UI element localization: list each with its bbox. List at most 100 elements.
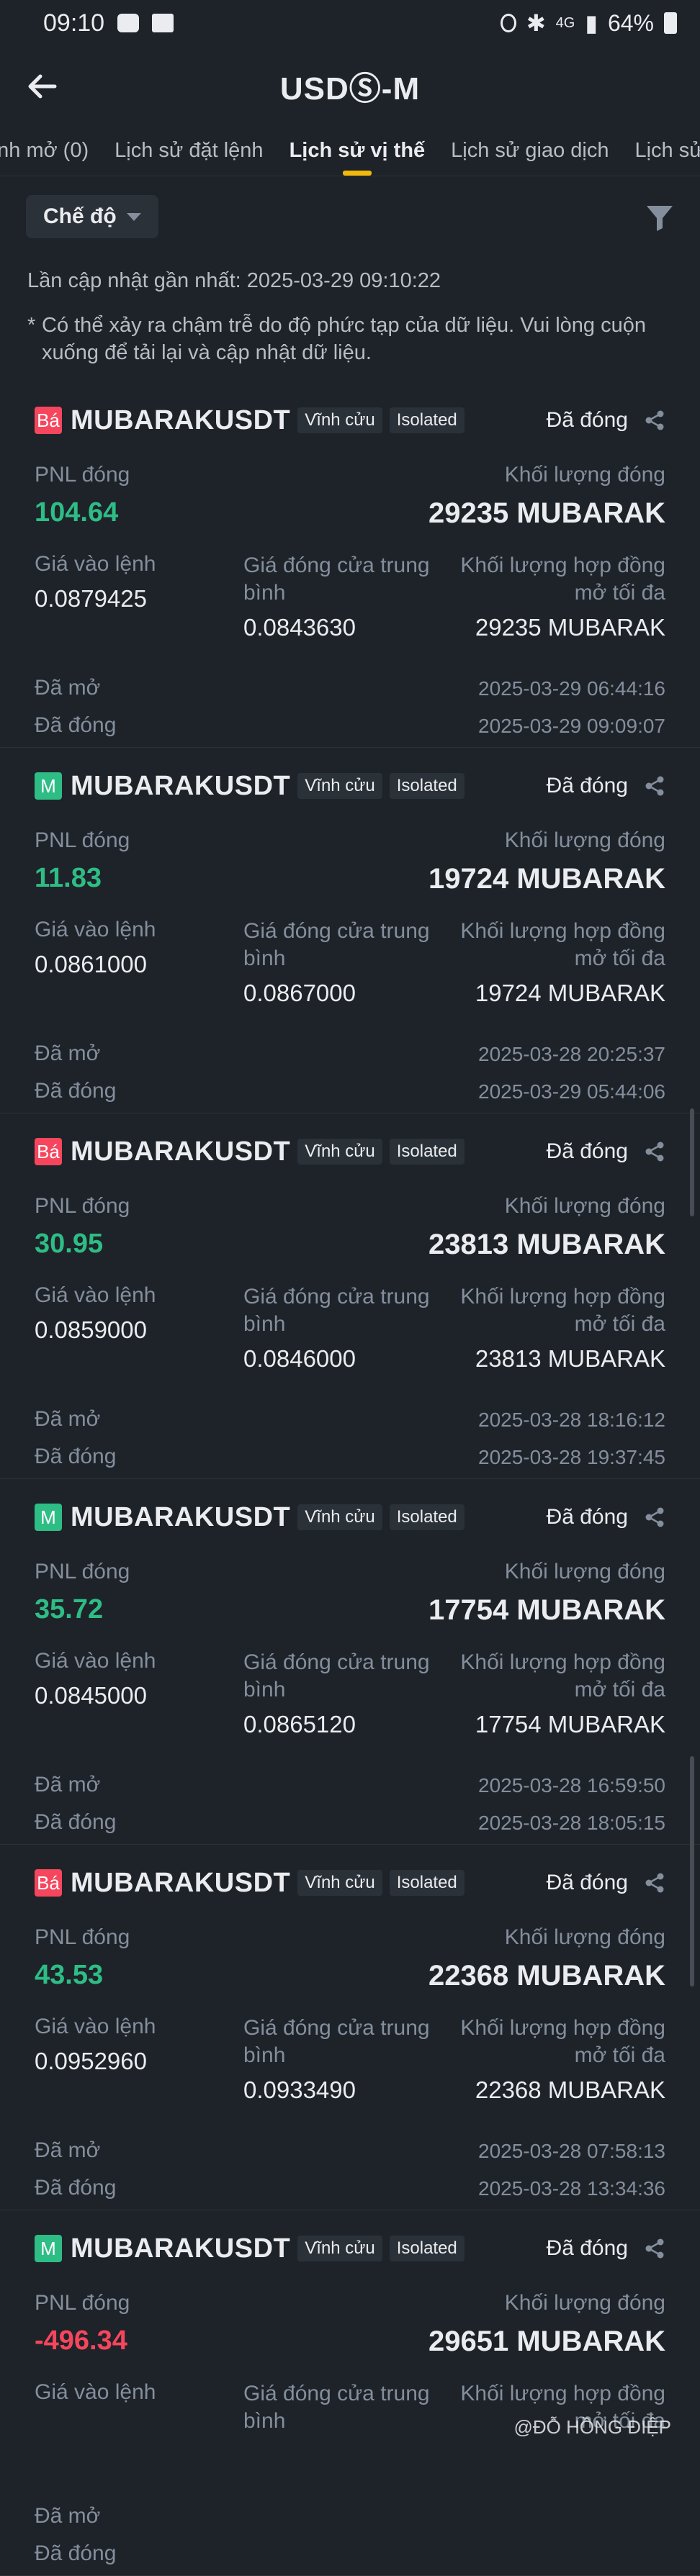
opened-label: Đã mở [35, 1773, 101, 1797]
pnl-label: PNL đóng [35, 463, 130, 487]
closed-label: Đã đóng [35, 1810, 117, 1834]
app-bar: USDⓈ-M [0, 46, 700, 125]
pnl-label: PNL đóng [35, 1925, 130, 1949]
close-qty-value: 23813 MUBARAK [428, 1229, 665, 1260]
note-asterisk: * [27, 314, 36, 337]
closed-time: 2025-03-28 13:34:36 [478, 2177, 665, 2200]
gallery-icon [152, 14, 174, 32]
entry-price-label: Giá vào lệnh [35, 2380, 156, 2404]
side-badge: Bá [35, 1869, 62, 1897]
position-card[interactable]: Bá MUBARAKUSDT Vĩnh cửu Isolated Đã đóng… [0, 1845, 700, 2210]
avg-close-price-value: 0.0933490 [243, 2076, 356, 2103]
avg-close-price-label: Giá đóng cửa trung bình [243, 553, 430, 605]
max-qty-label: Khối lượng hợp đồng mở tối đa [460, 919, 665, 970]
note-text: Có thể xảy ra chậm trễ do độ phức tạp củ… [42, 314, 646, 364]
max-qty-value: 29235 MUBARAK [475, 614, 665, 641]
avg-close-price-value: 0.0867000 [243, 980, 356, 1006]
margin-mode-tag: Isolated [389, 1504, 465, 1530]
closed-label: Đã đóng [35, 2176, 117, 2200]
tab-1[interactable]: Lịch sử đặt lệnh [102, 125, 276, 176]
opened-time: 2025-03-28 16:59:50 [478, 1774, 665, 1797]
opened-time: 2025-03-29 06:44:16 [478, 677, 665, 700]
network-type: 4G [555, 14, 575, 31]
max-qty-value: 17754 MUBARAK [475, 1711, 665, 1737]
scrollbar-upper[interactable] [690, 1108, 694, 1216]
entry-price-label: Giá vào lệnh [35, 1283, 156, 1307]
status-bar: 09:10 ✱ 4G ▮ 64% [0, 0, 700, 46]
position-card[interactable]: M MUBARAKUSDT Vĩnh cửu Isolated Đã đóng … [0, 1479, 700, 1845]
tab-0[interactable]: ệnh mở (0) [0, 125, 102, 176]
closed-time: 2025-03-28 18:05:15 [478, 1812, 665, 1834]
avg-close-price-label: Giá đóng cửa trung bình [243, 919, 430, 970]
opened-time: 2025-03-28 18:16:12 [478, 1409, 665, 1431]
symbol: MUBARAKUSDT [71, 1136, 291, 1167]
close-qty-label: Khối lượng đóng [504, 1560, 665, 1583]
back-arrow-icon[interactable] [26, 71, 58, 102]
pnl-label: PNL đóng [35, 1560, 130, 1583]
tab-4[interactable]: Lịch sử th [622, 125, 700, 176]
closed-time: 2025-03-29 09:09:07 [478, 715, 665, 737]
entry-price-label: Giá vào lệnh [35, 1649, 156, 1673]
battery-icon [664, 12, 677, 34]
share-icon[interactable] [644, 775, 665, 797]
scrollbar-lower[interactable] [690, 1756, 694, 1987]
margin-mode-tag: Isolated [389, 773, 465, 799]
close-qty-value: 29651 MUBARAK [428, 2326, 665, 2357]
side-badge: Bá [35, 1138, 62, 1165]
filter-icon[interactable] [645, 204, 674, 232]
share-icon[interactable] [644, 1141, 665, 1162]
max-qty-label: Khối lượng hợp đồng mở tối đa [460, 2016, 665, 2067]
position-list: Bá MUBARAKUSDT Vĩnh cửu Isolated Đã đóng… [0, 382, 700, 2576]
margin-mode-tag: Isolated [389, 2236, 465, 2261]
position-header: Bá MUBARAKUSDT Vĩnh cửu Isolated Đã đóng [35, 1865, 665, 1901]
closed-label: Đã đóng [35, 1079, 117, 1103]
position-card[interactable]: Bá MUBARAKUSDT Vĩnh cửu Isolated Đã đóng… [0, 382, 700, 748]
pnl-label: PNL đóng [35, 2291, 130, 2315]
pnl-value: 35.72 [35, 1594, 104, 1624]
close-qty-value: 22368 MUBARAK [428, 1960, 665, 1992]
position-status: Đã đóng [546, 774, 628, 797]
position-status: Đã đóng [546, 1139, 628, 1163]
avg-close-price-value: 0.0843630 [243, 614, 356, 641]
page-title: USDⓈ-M [279, 71, 421, 107]
max-qty-label: Khối lượng hợp đồng mở tối đa [460, 553, 665, 605]
position-header: M MUBARAKUSDT Vĩnh cửu Isolated Đã đóng [35, 2231, 665, 2267]
margin-mode-tag: Isolated [389, 1870, 465, 1896]
opened-label: Đã mở [35, 1407, 101, 1431]
close-qty-label: Khối lượng đóng [504, 2291, 665, 2315]
tab-bar: ệnh mở (0)Lịch sử đặt lệnhLịch sử vị thế… [0, 125, 700, 176]
opened-time: 2025-03-28 20:25:37 [478, 1043, 665, 1065]
symbol: MUBARAKUSDT [71, 770, 291, 801]
margin-mode-tag: Isolated [389, 407, 465, 433]
position-card[interactable]: M MUBARAKUSDT Vĩnh cửu Isolated Đã đóng … [0, 2210, 700, 2576]
symbol: MUBARAKUSDT [71, 405, 291, 435]
pnl-value: -496.34 [35, 2326, 127, 2356]
mode-dropdown-label: Chế độ [43, 204, 117, 228]
opened-label: Đã mở [35, 2504, 101, 2528]
pnl-label: PNL đóng [35, 828, 130, 852]
closed-time: 2025-03-29 05:44:06 [478, 1080, 665, 1103]
position-header: Bá MUBARAKUSDT Vĩnh cửu Isolated Đã đóng [35, 402, 665, 438]
position-card[interactable]: Bá MUBARAKUSDT Vĩnh cửu Isolated Đã đóng… [0, 1113, 700, 1479]
closed-label: Đã đóng [35, 2541, 117, 2565]
close-qty-label: Khối lượng đóng [504, 1194, 665, 1218]
contract-type-tag: Vĩnh cửu [297, 773, 382, 799]
tab-3[interactable]: Lịch sử giao dịch [438, 125, 622, 176]
entry-price-value: 0.0845000 [35, 1682, 147, 1709]
bluetooth-icon: ✱ [526, 10, 546, 36]
share-icon[interactable] [644, 2238, 665, 2259]
entry-price-value: 0.0861000 [35, 951, 147, 977]
share-icon[interactable] [644, 410, 665, 431]
position-card[interactable]: M MUBARAKUSDT Vĩnh cửu Isolated Đã đóng … [0, 748, 700, 1113]
caret-down-icon [126, 212, 141, 221]
delay-note: * Có thể xảy ra chậm trễ do độ phức tạp … [0, 312, 700, 366]
mode-dropdown[interactable]: Chế độ [26, 195, 158, 238]
share-icon[interactable] [644, 1506, 665, 1528]
opened-label: Đã mở [35, 676, 101, 700]
status-time: 09:10 [43, 9, 105, 37]
share-icon[interactable] [644, 1872, 665, 1894]
symbol: MUBARAKUSDT [71, 1501, 291, 1532]
avg-close-price-label: Giá đóng cửa trung bình [243, 1285, 430, 1336]
avg-close-price-label: Giá đóng cửa trung bình [243, 2382, 430, 2433]
tab-2[interactable]: Lịch sử vị thế [277, 125, 439, 176]
